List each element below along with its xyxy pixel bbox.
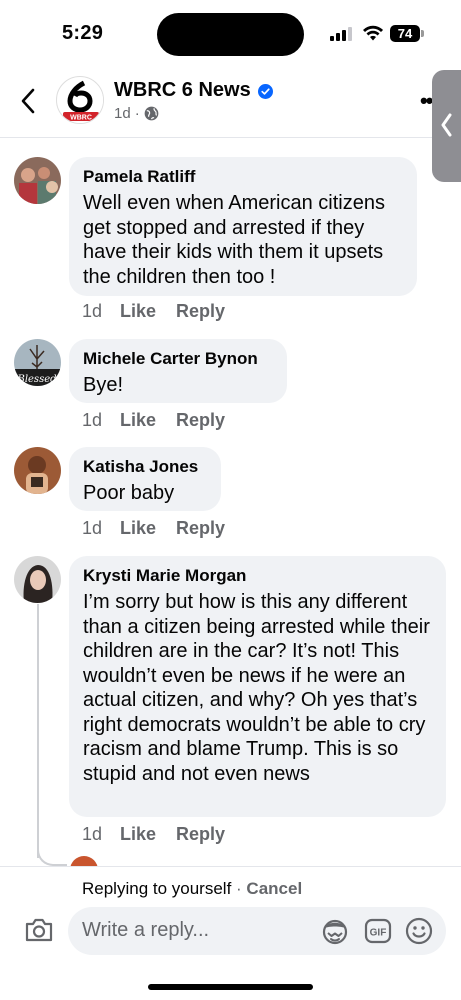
page-name[interactable]: WBRC 6 News <box>114 79 251 102</box>
reply-button[interactable]: Reply <box>176 410 225 431</box>
like-button[interactable]: Like <box>120 824 176 845</box>
thread-connector <box>37 842 67 866</box>
like-button[interactable]: Like <box>120 301 176 322</box>
reply-button[interactable]: Reply <box>176 518 225 539</box>
avatar-text: Blessed <box>16 374 56 385</box>
comment-bubble[interactable]: Michele Carter Bynon Bye! <box>69 339 287 403</box>
page-logo[interactable]: WBRC <box>56 76 104 124</box>
avatar[interactable] <box>14 157 61 204</box>
comment-author[interactable]: Katisha Jones <box>83 456 207 478</box>
comment-bubble[interactable]: Katisha Jones Poor baby <box>69 447 221 511</box>
globe-icon <box>144 106 159 121</box>
home-indicator <box>148 984 313 990</box>
back-chevron-icon[interactable] <box>16 86 40 116</box>
like-button[interactable]: Like <box>120 518 176 539</box>
comment-text: Well even when American citizens get sto… <box>83 192 385 288</box>
camera-icon[interactable] <box>24 917 54 943</box>
replying-separator: · <box>231 879 247 898</box>
dynamic-island <box>157 13 304 56</box>
avatar[interactable] <box>14 447 61 494</box>
meta-separator: · <box>134 105 140 122</box>
comment-actions: 1d Like Reply <box>82 824 225 845</box>
comment-text: Bye! <box>83 374 124 396</box>
side-panel-tab[interactable] <box>432 70 461 182</box>
gif-label: GIF <box>370 928 387 939</box>
reply-button[interactable]: Reply <box>176 824 225 845</box>
status-bar: 5:29 74 <box>0 0 461 68</box>
comment-text: I’m sorry but how is this any different … <box>83 591 430 785</box>
comment-actions: 1d Like Reply <box>82 518 225 539</box>
cell-signal-icon <box>330 27 354 41</box>
verified-badge-icon <box>258 84 273 99</box>
more-options-icon[interactable]: •• <box>420 88 433 114</box>
logo-text: WBRC <box>70 115 92 122</box>
comment-author[interactable]: Michele Carter Bynon <box>83 348 273 370</box>
reply-composer: Replying to yourself · Cancel Write a re… <box>0 866 461 1000</box>
comment-age: 1d <box>82 518 103 538</box>
thread-line <box>37 604 39 858</box>
battery-indicator: 74 <box>390 25 420 42</box>
reply-input[interactable]: Write a reply... GIF <box>68 907 446 955</box>
comment-age: 1d <box>82 824 103 844</box>
post-header: WBRC WBRC 6 News 1d · •• <box>0 70 461 138</box>
like-button[interactable]: Like <box>120 410 176 431</box>
replying-to-bar: Replying to yourself · Cancel <box>82 879 302 899</box>
comment-bubble[interactable]: Krysti Marie Morgan I’m sorry but how is… <box>69 556 446 817</box>
reply-input-placeholder: Write a reply... <box>82 919 210 941</box>
comment-author[interactable]: Krysti Marie Morgan <box>83 565 432 587</box>
comment-age: 1d <box>82 410 103 430</box>
wbrc-logo-icon: WBRC <box>58 78 103 123</box>
comment-text: Poor baby <box>83 482 175 504</box>
cancel-reply-button[interactable]: Cancel <box>246 879 302 898</box>
status-time: 5:29 <box>62 22 104 44</box>
avatar-sticker-icon[interactable] <box>320 917 350 947</box>
comment-bubble[interactable]: Pamela Ratliff Well even when American c… <box>69 157 417 296</box>
post-meta: 1d · <box>114 105 159 122</box>
avatar[interactable]: Blessed <box>14 339 61 386</box>
emoji-icon[interactable] <box>404 916 434 946</box>
comment-actions: 1d Like Reply <box>82 301 225 322</box>
comment-author[interactable]: Pamela Ratliff <box>83 166 403 188</box>
gif-icon[interactable]: GIF <box>364 917 392 945</box>
comment-age: 1d <box>82 301 103 321</box>
reply-button[interactable]: Reply <box>176 301 225 322</box>
wifi-icon <box>363 25 383 41</box>
avatar[interactable] <box>14 556 61 603</box>
chevron-left-icon <box>441 113 452 137</box>
post-age: 1d <box>114 105 131 122</box>
replying-to-label: Replying to yourself <box>82 879 232 898</box>
comment-actions: 1d Like Reply <box>82 410 225 431</box>
battery-nub <box>421 30 424 37</box>
